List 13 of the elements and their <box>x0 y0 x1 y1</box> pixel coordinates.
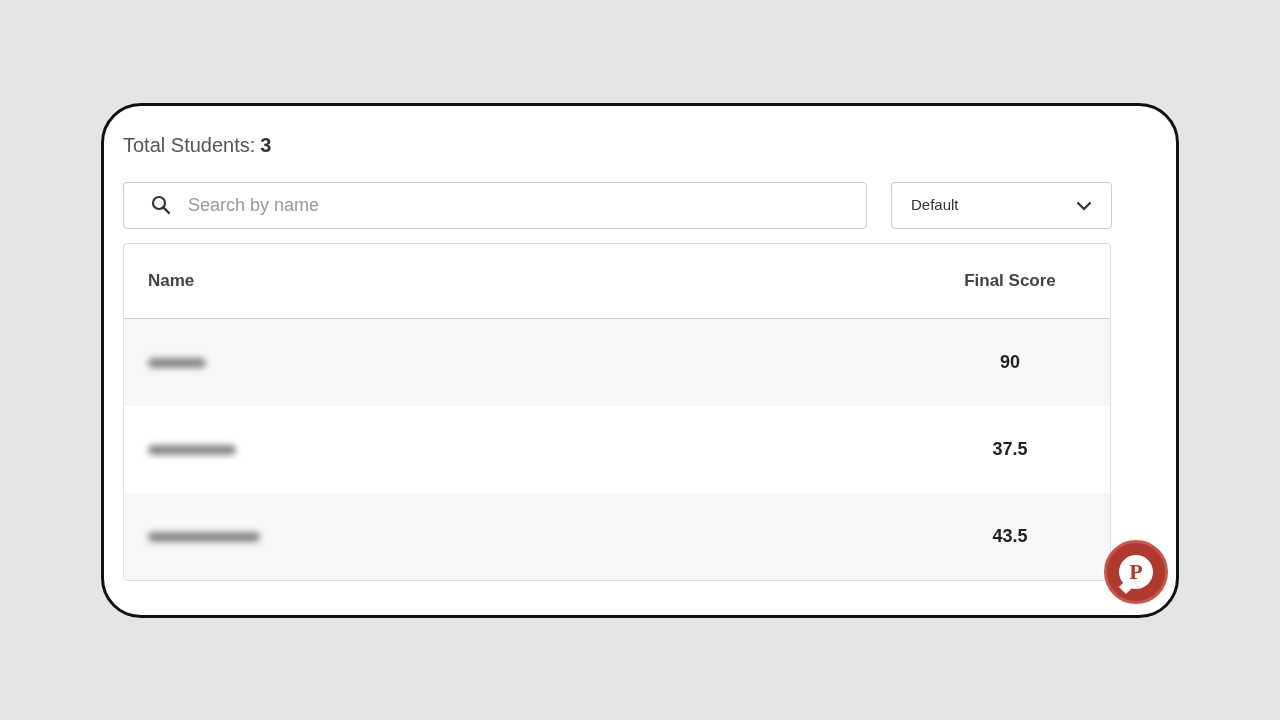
search-field[interactable]: Search by name <box>123 182 867 229</box>
score-cell-text: 90 <box>999 351 1021 374</box>
total-students-label: Total Students: <box>123 133 256 158</box>
sort-dropdown[interactable]: Default <box>891 182 1112 229</box>
chevron-down-icon <box>1076 200 1092 211</box>
score-cell-text: 37.5 <box>991 438 1029 461</box>
chat-button[interactable]: P <box>1104 540 1168 604</box>
logo-letter: P <box>1129 561 1143 583</box>
column-header[interactable]: Name <box>124 268 910 294</box>
total-students-count: 3 <box>260 133 272 158</box>
column-header[interactable]: Final Score <box>910 268 1110 294</box>
search-icon <box>151 195 171 215</box>
score-cell-text: 43.5 <box>991 525 1029 548</box>
